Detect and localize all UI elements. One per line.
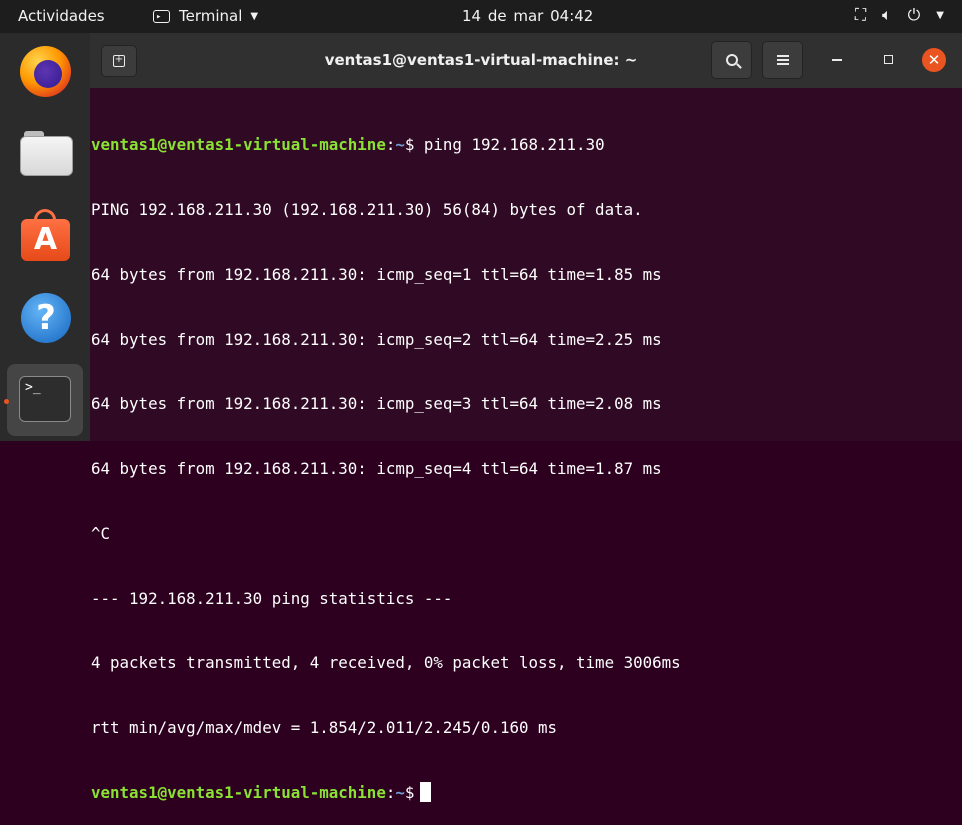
search-icon (725, 54, 738, 66)
window-header: + ventas1@ventas1-virtual-machine: ~ ✕ (90, 33, 962, 88)
volume-icon[interactable]: 🔈︎ (882, 5, 892, 25)
terminal-icon-glyph: >_ (19, 376, 71, 422)
command-line: ventas1@ventas1-virtual-machine:~$ ping … (91, 135, 605, 155)
output-line: PING 192.168.211.30 (192.168.211.30) 56(… (91, 199, 643, 219)
new-tab-icon: + (113, 54, 125, 67)
help-icon[interactable]: ? (18, 290, 73, 345)
prompt-path: ~ (395, 135, 405, 155)
terminal-output[interactable]: ventas1@ventas1-virtual-machine:~$ ping … (90, 88, 962, 802)
terminal-app-icon: ▸ (153, 9, 170, 23)
top-bar: Actividades ▸ Terminal ▼ 14 de mar 04:42… (0, 0, 962, 33)
output-line: 64 bytes from 192.168.211.30: icmp_seq=1… (91, 264, 662, 284)
chevron-down-icon: ▼ (250, 10, 259, 22)
output-line: 64 bytes from 192.168.211.30: icmp_seq=4… (91, 459, 662, 479)
prompt-user: ventas1@ventas1-virtual-machine (91, 135, 386, 155)
prompt-path: ~ (395, 783, 405, 802)
dock: A ? >_ (0, 33, 90, 441)
output-line: 64 bytes from 192.168.211.30: icmp_seq=2… (91, 329, 662, 349)
terminal-icon[interactable]: >_ (7, 364, 83, 436)
output-line: rtt min/avg/max/mdev = 1.854/2.011/2.245… (91, 718, 558, 738)
system-tray[interactable]: ⛶ 🔈︎ ⏻ ▼ (855, 5, 944, 25)
active-prompt-line[interactable]: ventas1@ventas1-virtual-machine:~$ (91, 782, 962, 804)
running-indicator (4, 399, 9, 404)
files-icon[interactable] (18, 129, 73, 184)
window-title: ventas1@ventas1-virtual-machine: ~ (324, 51, 638, 69)
activities-button[interactable]: Actividades (18, 7, 105, 25)
output-line: --- 192.168.211.30 ping statistics --- (91, 588, 453, 608)
power-icon[interactable]: ⏻ (908, 5, 921, 25)
clock[interactable]: 14 de mar 04:42 (462, 7, 593, 25)
app-menu-label: Terminal (179, 7, 243, 25)
chevron-down-icon[interactable]: ▼ (936, 10, 944, 21)
prompt-symbol: $ (404, 783, 415, 802)
hamburger-icon (776, 55, 789, 65)
text-cursor (420, 782, 432, 802)
close-icon: ✕ (927, 51, 941, 69)
prompt-symbol: $ (404, 135, 415, 155)
search-button[interactable] (711, 41, 752, 79)
output-line: 64 bytes from 192.168.211.30: icmp_seq=3… (91, 394, 662, 414)
output-line: ^C (91, 523, 111, 543)
close-button[interactable]: ✕ (922, 48, 946, 72)
prompt-user: ventas1@ventas1-virtual-machine (91, 783, 386, 802)
firefox-icon[interactable] (18, 44, 73, 99)
maximize-button[interactable] (884, 55, 893, 64)
new-tab-button[interactable]: + (101, 45, 137, 77)
output-line: 4 packets transmitted, 4 received, 0% pa… (91, 653, 681, 673)
menu-button[interactable] (762, 41, 803, 79)
network-icon[interactable]: ⛶ (855, 5, 866, 25)
minimize-button[interactable] (832, 59, 842, 61)
software-icon[interactable]: A (18, 209, 73, 264)
app-menu[interactable]: ▸ Terminal ▼ (153, 7, 258, 25)
command-text: ping 192.168.211.30 (414, 135, 605, 155)
